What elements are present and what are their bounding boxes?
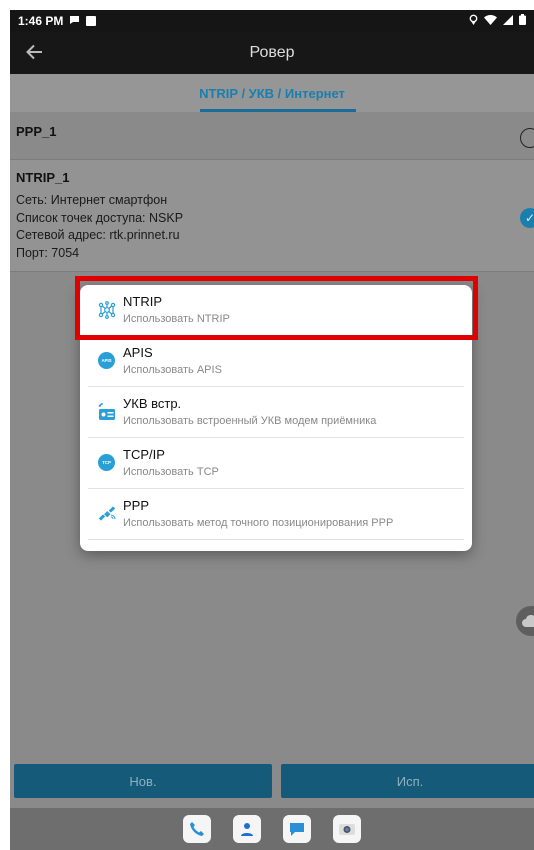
app-dock xyxy=(10,808,534,850)
detail-mountpoints: Список точек доступа: NSKP xyxy=(16,210,184,225)
tab-ntrip-radio-internet[interactable]: NTRIP / УКВ / Интернет xyxy=(187,76,357,111)
radio-unselected[interactable] xyxy=(520,128,534,148)
dialog-item-subtitle: Использовать APIS xyxy=(123,364,222,376)
dialog-item-subtitle: Использовать метод точного позиционирова… xyxy=(123,517,394,529)
status-bar: 1:46 PM xyxy=(10,10,534,32)
location-icon xyxy=(469,14,478,28)
radio-modem-icon xyxy=(98,403,116,421)
dialog-item-title: APIS xyxy=(123,345,153,360)
profile-row-ppp[interactable]: PPP_1 xyxy=(10,112,534,160)
cloud-icon[interactable] xyxy=(516,606,534,636)
detail-port: Порт: 7054 xyxy=(16,245,80,260)
app-frame: 1:46 PM Ровер NTRIP / УКВ / Интернет PPP… xyxy=(10,10,534,850)
apis-badge: APIS xyxy=(98,352,115,369)
status-right xyxy=(469,14,526,28)
dialog-item-apis[interactable]: APIS APIS Использовать APIS xyxy=(88,336,464,387)
profile-row-ntrip[interactable]: NTRIP_1 Сеть: Интернет смартфон Список т… xyxy=(10,160,534,272)
new-button[interactable]: Нов. xyxy=(14,764,272,798)
back-arrow-icon[interactable] xyxy=(10,40,58,66)
use-button[interactable]: Исп. xyxy=(281,764,534,798)
dialog-item-title: TCP/IP xyxy=(123,447,165,462)
tab-bar: NTRIP / УКВ / Интернет xyxy=(10,74,534,112)
status-left: 1:46 PM xyxy=(18,14,97,28)
selected-check-icon[interactable]: ✓ xyxy=(520,208,534,228)
dialog-item-tcp[interactable]: TCP TCP/IP Использовать TCP xyxy=(88,438,464,489)
status-time: 1:46 PM xyxy=(18,14,64,28)
contacts-icon[interactable] xyxy=(233,815,261,843)
profile-name: PPP_1 xyxy=(16,124,57,139)
apis-icon: APIS xyxy=(98,352,116,370)
profile-name: NTRIP_1 xyxy=(16,170,70,185)
satellite-icon xyxy=(98,505,116,523)
dialog-item-ppp[interactable]: PPP Использовать метод точного позициони… xyxy=(88,489,464,540)
profile-details: Сеть: Интернет смартфон Список точек дос… xyxy=(16,192,183,262)
dialog-item-radio[interactable]: УКВ встр. Использовать встроенный УКВ мо… xyxy=(88,387,464,438)
tcp-icon: TCP xyxy=(98,454,116,472)
phone-icon[interactable] xyxy=(183,815,211,843)
detail-network: Сеть: Интернет смартфон xyxy=(16,193,168,207)
notification-square-icon xyxy=(86,16,97,26)
signal-icon xyxy=(503,14,513,28)
tcp-badge: TCP xyxy=(98,454,115,471)
dialog-item-title: PPP xyxy=(123,498,150,513)
app-bar: Ровер xyxy=(10,32,534,74)
battery-icon xyxy=(519,14,526,28)
detail-address: Сетевой адрес: rtk.prinnet.ru xyxy=(16,228,180,242)
dialog-item-title: УКВ встр. xyxy=(123,396,182,411)
bottom-buttons: Нов. Исп. xyxy=(10,764,534,808)
highlight-box xyxy=(75,276,478,340)
page-title: Ровер xyxy=(249,44,295,61)
camera-icon[interactable] xyxy=(333,815,361,843)
dialog-item-subtitle: Использовать встроенный УКВ модем приёмн… xyxy=(123,415,377,427)
dialog-item-subtitle: Использовать TCP xyxy=(123,466,219,478)
messages-icon[interactable] xyxy=(283,815,311,843)
wifi-icon xyxy=(484,14,497,28)
chat-notification-icon xyxy=(69,14,80,28)
